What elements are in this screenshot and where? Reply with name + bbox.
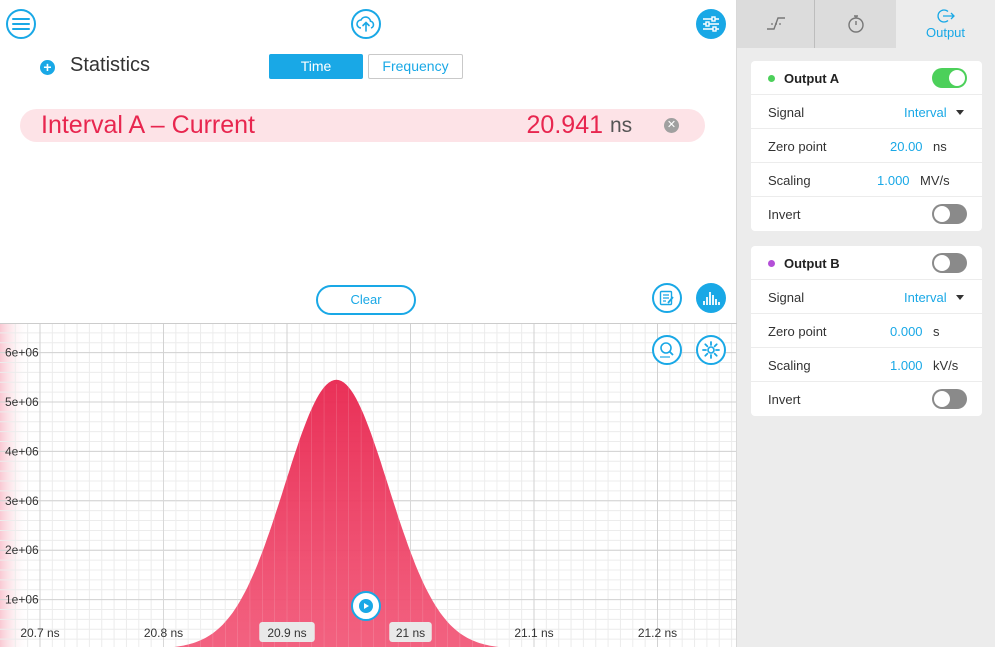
- zero-point-label: Zero point: [768, 324, 827, 339]
- output-a-header: Output A: [751, 61, 982, 95]
- invert-label: Invert: [768, 392, 801, 407]
- output-a-scaling-input[interactable]: 1.000: [877, 173, 910, 188]
- output-b-status-dot: [768, 260, 775, 267]
- output-b-title: Output B: [784, 256, 840, 271]
- y-tick-label: 4e+06: [5, 444, 39, 458]
- x-tick-label: 20.7 ns: [20, 626, 59, 640]
- output-b-scaling-input[interactable]: 1.000: [890, 358, 923, 373]
- tab-output-label: Output: [925, 25, 966, 40]
- tab-output[interactable]: Output: [896, 0, 995, 48]
- chevron-down-icon[interactable]: [956, 110, 964, 115]
- add-statistic-plus-icon[interactable]: +: [40, 60, 55, 75]
- statistics-title: Statistics: [70, 54, 151, 76]
- remove-measurement-close-icon[interactable]: ✕: [664, 118, 679, 133]
- invert-label: Invert: [768, 207, 801, 222]
- output-b-zero-row: Zero point 0.000 s: [751, 314, 982, 348]
- measurement-unit: ns: [610, 114, 633, 137]
- signal-label: Signal: [768, 290, 805, 305]
- y-tick-label: 1e+06: [5, 593, 39, 607]
- zero-point-label: Zero point: [768, 139, 827, 154]
- notes-edit-icon[interactable]: [652, 283, 682, 313]
- sliders-icon[interactable]: [696, 9, 726, 39]
- clear-button[interactable]: Clear: [316, 285, 416, 315]
- output-b-signal-row: Signal Interval: [751, 280, 982, 314]
- toggle-knob: [934, 391, 950, 407]
- chevron-down-icon[interactable]: [956, 295, 964, 300]
- measurement-row[interactable]: Interval A – Current 20.941 ns ✕: [20, 109, 705, 142]
- output-a-card: Output A Signal Interval Zero point 20.0…: [751, 61, 982, 231]
- tab-stopwatch[interactable]: [815, 0, 896, 48]
- output-b-card: Output B Signal Interval Zero point 0.00…: [751, 246, 982, 416]
- output-a-signal-select[interactable]: Interval: [904, 105, 947, 120]
- output-a-scaling-row: Scaling 1.000 MV/s: [751, 163, 982, 197]
- output-a-zero-unit: ns: [933, 139, 947, 154]
- tab-trigger[interactable]: [737, 0, 815, 48]
- tab-time[interactable]: Time: [269, 54, 363, 79]
- output-b-invert-toggle[interactable]: [932, 389, 967, 409]
- output-b-zero-unit: s: [933, 324, 940, 339]
- output-a-invert-row: Invert: [751, 197, 982, 231]
- stopwatch-icon: [847, 15, 864, 33]
- output-b-scaling-unit: kV/s: [933, 358, 959, 373]
- output-a-enable-toggle[interactable]: [932, 68, 967, 88]
- toggle-knob: [934, 206, 950, 222]
- x-tick-label: 21.1 ns: [514, 626, 553, 640]
- x-tick-label: 20.8 ns: [144, 626, 183, 640]
- main-pane: + Statistics Time Frequency Interval A –…: [0, 0, 737, 647]
- y-tick-label: 5e+06: [5, 395, 39, 409]
- tab-frequency[interactable]: Frequency: [368, 54, 463, 79]
- trigger-edge-icon: [766, 17, 785, 30]
- time-frequency-toggle: Time Frequency: [269, 54, 463, 79]
- output-a-title: Output A: [784, 71, 840, 86]
- output-b-signal-select[interactable]: Interval: [904, 290, 947, 305]
- output-b-zero-input[interactable]: 0.000: [890, 324, 923, 339]
- scaling-label: Scaling: [768, 358, 811, 373]
- output-arrow-icon: [936, 9, 955, 23]
- x-tick-label: 21.2 ns: [638, 626, 677, 640]
- hamburger-menu-icon[interactable]: [6, 9, 36, 39]
- gear-icon[interactable]: [696, 335, 726, 365]
- toggle-knob: [934, 255, 950, 271]
- output-b-header: Output B: [751, 246, 982, 280]
- app-window: + Statistics Time Frequency Interval A –…: [0, 0, 995, 647]
- histogram-area: [174, 379, 499, 647]
- x-tick-label: 20.9 ns: [267, 626, 306, 640]
- side-panel-tabs: Output: [737, 0, 995, 48]
- output-b-scaling-row: Scaling 1.000 kV/s: [751, 348, 982, 382]
- play-icon[interactable]: [351, 591, 381, 621]
- output-b-invert-row: Invert: [751, 382, 982, 416]
- zoom-icon[interactable]: [652, 335, 682, 365]
- scaling-label: Scaling: [768, 173, 811, 188]
- cloud-upload-icon[interactable]: [351, 9, 381, 39]
- toggle-knob: [949, 70, 965, 86]
- signal-label: Signal: [768, 105, 805, 120]
- y-tick-label: 6e+06: [5, 346, 39, 360]
- x-tick-label: 21 ns: [396, 626, 425, 640]
- y-tick-label: 2e+06: [5, 543, 39, 557]
- output-a-zero-row: Zero point 20.00 ns: [751, 129, 982, 163]
- output-a-status-dot: [768, 75, 775, 82]
- measurement-value: 20.941: [526, 111, 603, 139]
- output-b-enable-toggle[interactable]: [932, 253, 967, 273]
- side-panel: Output Output A Signal Interval Zero poi…: [737, 0, 995, 647]
- output-a-zero-input[interactable]: 20.00: [890, 139, 923, 154]
- output-a-signal-row: Signal Interval: [751, 95, 982, 129]
- output-a-invert-toggle[interactable]: [932, 204, 967, 224]
- measurement-name: Interval A – Current: [41, 111, 256, 139]
- y-tick-label: 3e+06: [5, 494, 39, 508]
- output-a-scaling-unit: MV/s: [920, 173, 950, 188]
- histogram-icon[interactable]: [696, 283, 726, 313]
